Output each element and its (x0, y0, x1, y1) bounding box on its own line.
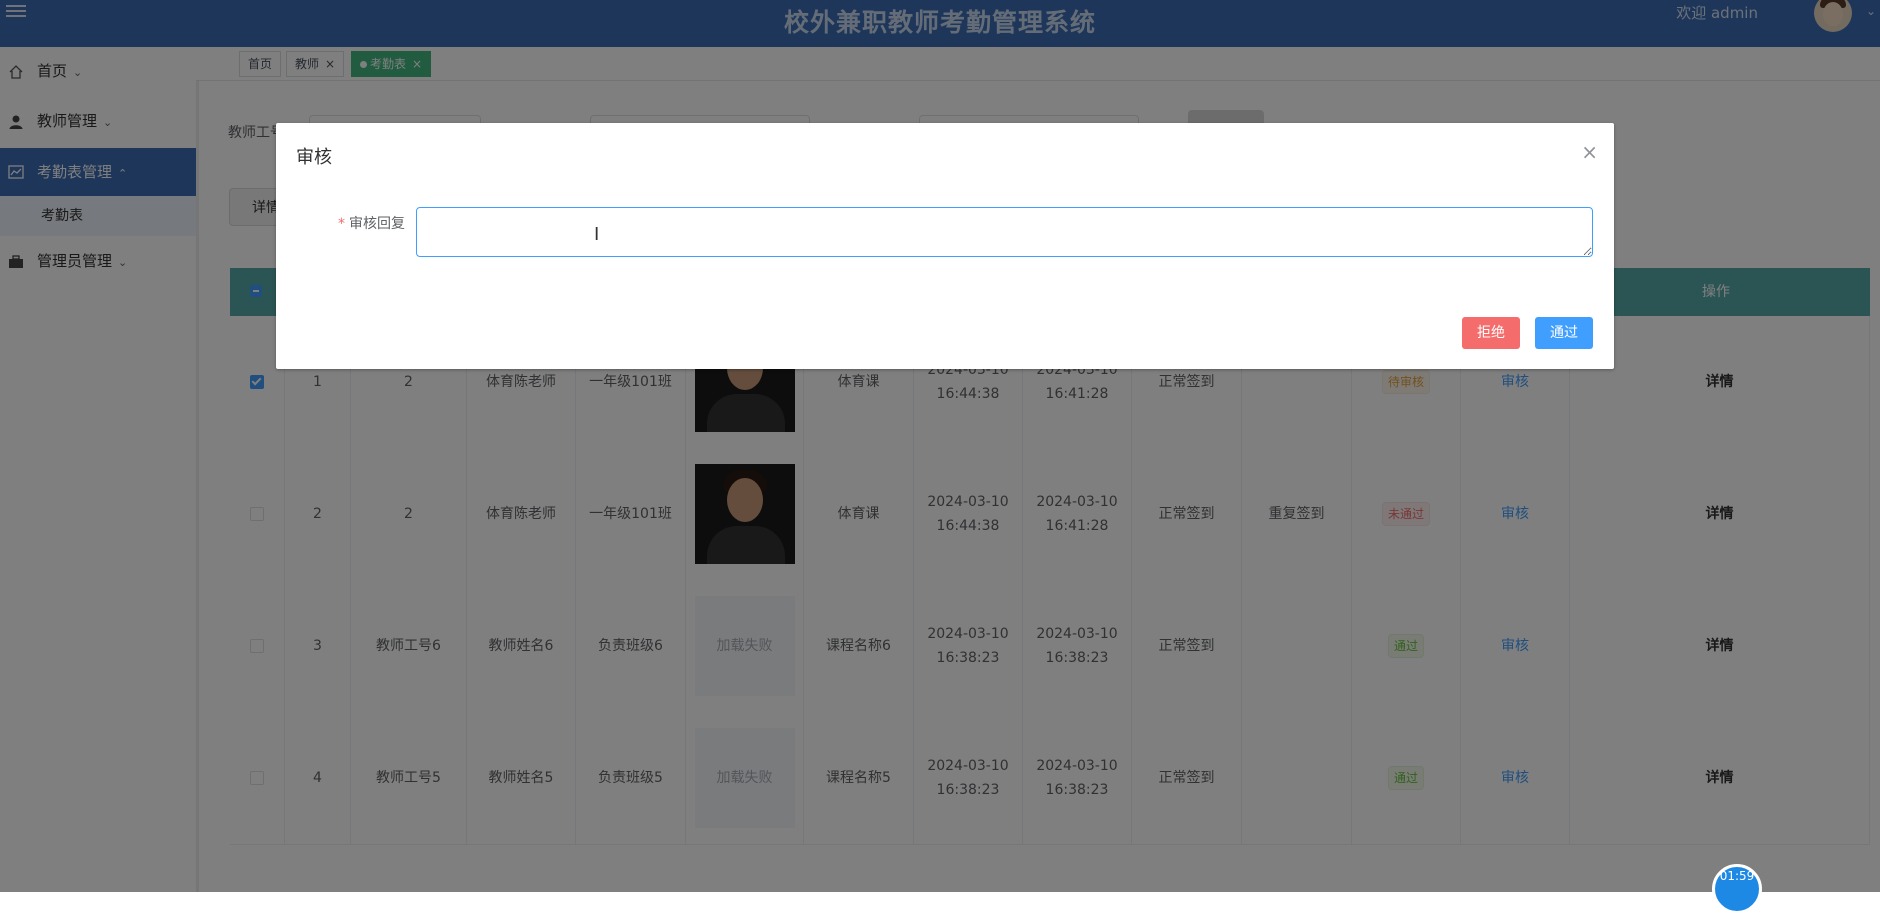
close-icon[interactable]: × (1581, 142, 1598, 162)
audit-reply-input[interactable] (416, 207, 1593, 257)
text-cursor-icon: I (594, 224, 600, 245)
audit-reply-label: * 审核回复 (338, 216, 405, 232)
pass-button[interactable]: 通过 (1535, 317, 1593, 349)
dialog-title: 审核 (296, 147, 332, 168)
audit-dialog: 审核 × * 审核回复 I 拒绝 通过 (276, 123, 1614, 369)
reject-button[interactable]: 拒绝 (1462, 317, 1520, 349)
timer-badge[interactable]: 01:59 (1712, 864, 1762, 914)
